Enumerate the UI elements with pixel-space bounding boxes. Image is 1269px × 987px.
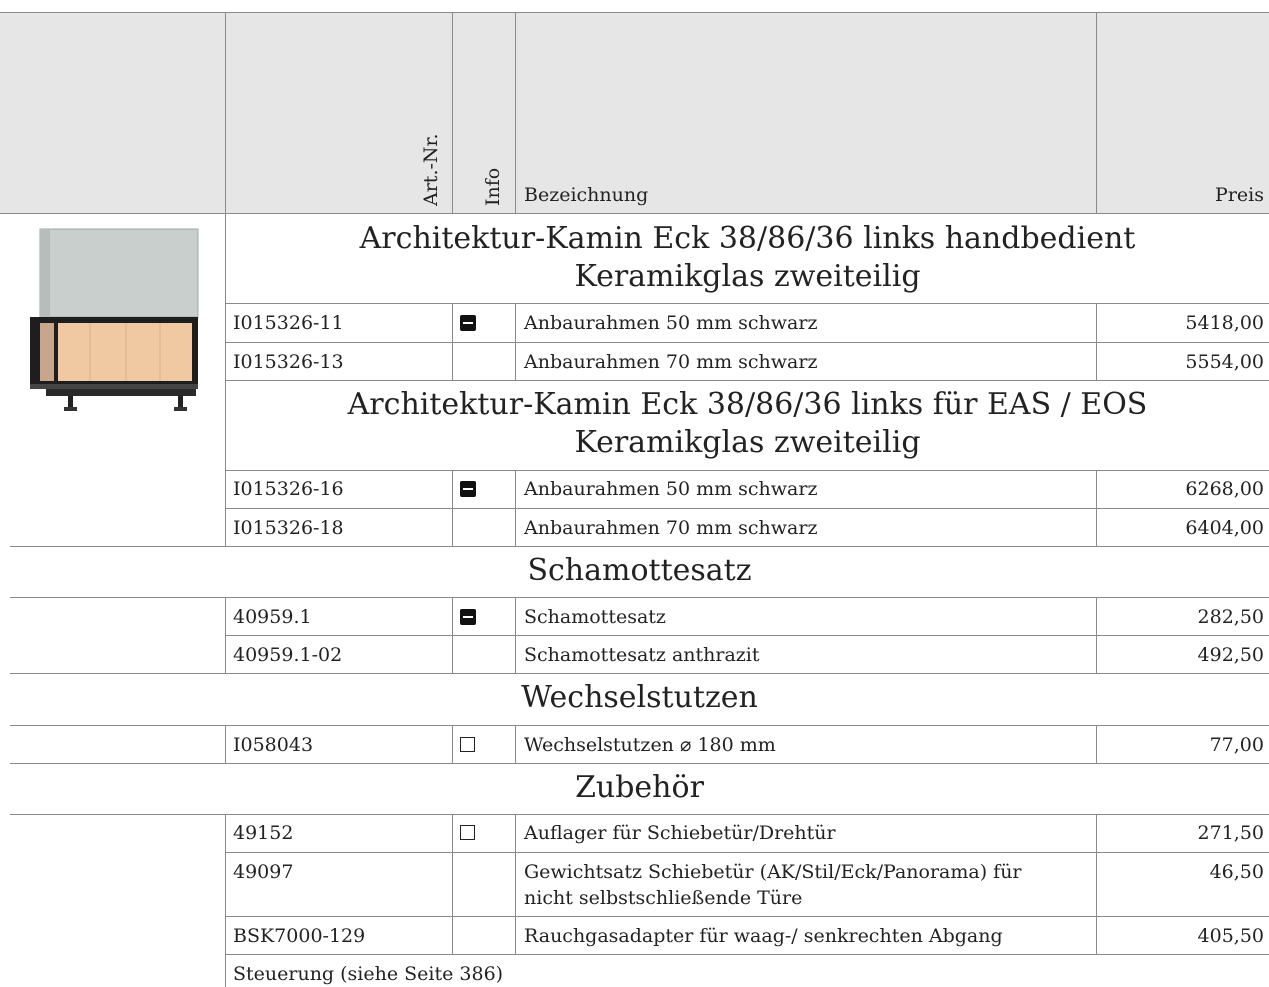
section-title-zubehoer: Zubehör [575, 770, 704, 805]
col-divider [452, 12, 453, 214]
info-checkbox-icon[interactable] [460, 737, 475, 752]
table-cell-art: 40959.1 [233, 606, 312, 628]
table-cell-price: 492,50 [1197, 644, 1264, 666]
table-cell-art: 49152 [233, 822, 294, 844]
table-cell-art: I015326-18 [233, 517, 344, 539]
table-cell-price: 77,00 [1209, 734, 1264, 756]
table-cell-price: 6404,00 [1185, 517, 1264, 539]
table-cell-price: 405,50 [1197, 925, 1264, 947]
table-cell-desc: Auflager für Schiebetür/Drehtür [524, 822, 836, 844]
table-cell-desc: Wechselstutzen ⌀ 180 mm [524, 734, 776, 756]
section-title-1: Architektur-Kamin Eck 38/86/36 links han… [359, 221, 1136, 294]
table-cell-art: I015326-16 [233, 478, 344, 500]
table-cell-desc: Schamottesatz anthrazit [524, 644, 760, 666]
section-title-schamottesatz: Schamottesatz [527, 553, 752, 588]
section-title-wechselstutzen: Wechselstutzen [521, 680, 758, 715]
table-cell-price: 271,50 [1197, 822, 1264, 844]
table-cell-art: 49097 [233, 861, 294, 883]
table-cell-desc-line1: Gewichtsatz Schiebetür (AK/Stil/Eck/Pano… [524, 861, 1022, 883]
info-minus-icon[interactable] [460, 609, 476, 625]
header-bottom-border [0, 213, 1269, 214]
table-cell-desc-line2: nicht selbstschließende Türe [524, 887, 803, 909]
info-minus-icon[interactable] [460, 315, 476, 331]
info-minus-icon[interactable] [460, 481, 476, 497]
table-cell-price: 5418,00 [1185, 312, 1264, 334]
table-cell-price: 46,50 [1209, 861, 1264, 883]
table-cell-art: I015326-13 [233, 351, 344, 373]
table-cell-desc: Schamottesatz [524, 606, 666, 628]
col-divider [515, 12, 516, 214]
header-art-nr: Art.-Nr. [420, 133, 442, 206]
table-cell-art: 40959.1-02 [233, 644, 343, 666]
info-checkbox-icon[interactable] [460, 825, 475, 840]
table-cell-desc: Anbaurahmen 70 mm schwarz [524, 351, 818, 373]
table-cell-art: I058043 [233, 734, 314, 756]
header-top-border [0, 12, 1269, 13]
table-cell-desc: Rauchgasadapter für waag-/ senkrechten A… [524, 925, 1003, 947]
table-cell-art: BSK7000-129 [233, 925, 366, 947]
header-bezeichnung: Bezeichnung [524, 184, 649, 206]
table-cell-price: 5554,00 [1185, 351, 1264, 373]
table-cell-price: 282,50 [1197, 606, 1264, 628]
table-cell-price: 6268,00 [1185, 478, 1264, 500]
col-divider [1096, 12, 1097, 214]
table-cell-desc: Anbaurahmen 70 mm schwarz [524, 517, 818, 539]
table-cell-art: I015326-11 [233, 312, 344, 334]
section-title-2: Architektur-Kamin Eck 38/86/36 links für… [347, 387, 1148, 460]
header-info: Info [482, 167, 504, 206]
table-cell-desc: Anbaurahmen 50 mm schwarz [524, 312, 818, 334]
table-cell-desc: Anbaurahmen 50 mm schwarz [524, 478, 818, 500]
fireplace-product-image [30, 228, 199, 411]
header-preis: Preis [1215, 184, 1264, 206]
footer-note: Steuerung (siehe Seite 386) [233, 963, 504, 985]
